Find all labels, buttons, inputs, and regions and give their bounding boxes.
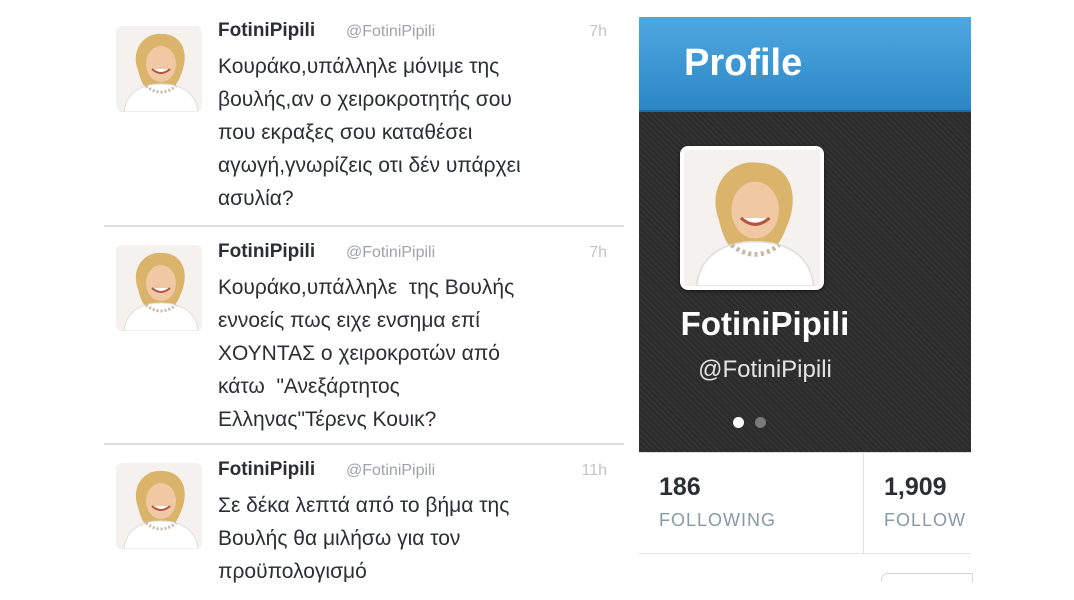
- tweet-time: 11h: [581, 462, 607, 479]
- avatar[interactable]: [116, 463, 202, 549]
- tweet-text: Κουράκο,υπάλληλε της Βουλής εννοείς πως …: [218, 276, 515, 431]
- page-dot-inactive[interactable]: [755, 417, 766, 428]
- page-title: Profile: [684, 42, 803, 84]
- avatar[interactable]: [116, 26, 202, 112]
- author-handle[interactable]: @FotiniPipili: [346, 462, 435, 480]
- profile-name: FotiniPipili: [680, 305, 850, 342]
- tweet-time: 7h: [589, 23, 607, 40]
- tweet-time: 7h: [589, 244, 607, 261]
- partial-button[interactable]: [881, 573, 973, 582]
- author-handle[interactable]: @FotiniPipili: [346, 244, 435, 262]
- profile-avatar[interactable]: [680, 146, 824, 290]
- tweet-item[interactable]: FotiniPipili @FotiniPipili 7h Κουράκο,υπ…: [104, 0, 624, 225]
- stat-value: 1,909: [884, 473, 947, 501]
- author-name[interactable]: FotiniPipili: [218, 20, 315, 42]
- profile-header: Profile: [639, 17, 971, 112]
- author-name[interactable]: FotiniPipili: [218, 241, 315, 263]
- avatar[interactable]: [116, 245, 202, 331]
- tweet-text: Κουράκο,υπάλληλε μόνιμε της βουλής,αν ο …: [218, 55, 521, 210]
- profile-stats: 186 FOLLOWING 1,909 FOLLOW: [639, 452, 971, 554]
- author-handle[interactable]: @FotiniPipili: [346, 23, 435, 41]
- stat-followers[interactable]: 1,909 FOLLOW: [864, 453, 971, 553]
- stat-value: 186: [659, 473, 701, 501]
- stat-label: FOLLOWING: [659, 510, 777, 530]
- tweet-item[interactable]: FotiniPipili @FotiniPipili 11h Σε δέκα λ…: [104, 443, 624, 600]
- stat-label: FOLLOW: [884, 510, 967, 530]
- tweet-timeline: FotiniPipili @FotiniPipili 7h Κουράκο,υπ…: [104, 0, 624, 600]
- stat-following[interactable]: 186 FOLLOWING: [639, 453, 864, 553]
- page-dot-active[interactable]: [733, 417, 744, 428]
- tweet-item[interactable]: FotiniPipili @FotiniPipili 7h Κουράκο,υπ…: [104, 225, 624, 443]
- tweet-text: Σε δέκα λεπτά από το βήμα της Βουλής θα …: [218, 494, 510, 583]
- profile-handle: @FotiniPipili: [698, 356, 832, 383]
- profile-panel: Profile FotiniPipili @FotiniPipili 186 F…: [639, 17, 971, 557]
- author-name[interactable]: FotiniPipili: [218, 459, 315, 481]
- profile-card[interactable]: FotiniPipili @FotiniPipili: [639, 112, 971, 452]
